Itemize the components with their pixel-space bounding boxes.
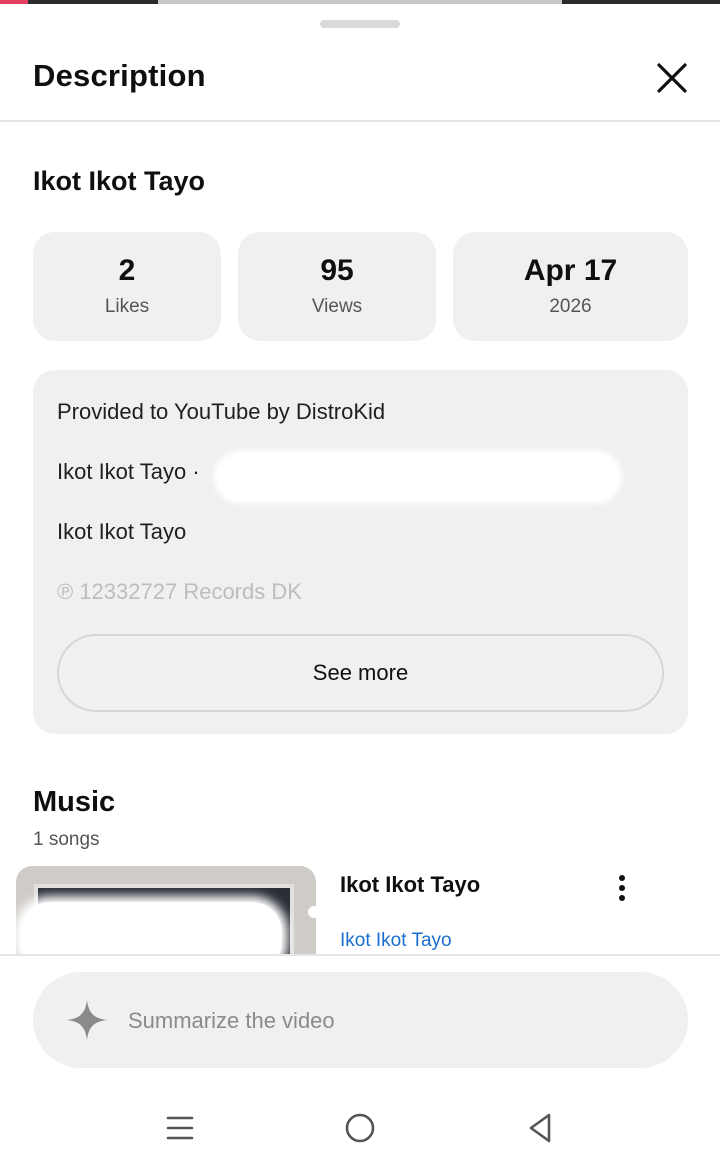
back-button[interactable] bbox=[518, 1106, 562, 1150]
more-vert-icon bbox=[619, 875, 625, 881]
description-line-faded: ℗ 12332727 Records DK bbox=[57, 579, 302, 604]
home-icon bbox=[345, 1113, 375, 1143]
redaction-mark bbox=[20, 902, 282, 954]
more-options-button[interactable] bbox=[604, 866, 640, 910]
close-icon bbox=[657, 63, 687, 93]
bottom-divider bbox=[0, 954, 720, 956]
song-thumbnail[interactable] bbox=[16, 866, 316, 954]
home-button[interactable] bbox=[338, 1106, 382, 1150]
recent-apps-button[interactable] bbox=[158, 1106, 202, 1150]
drag-handle[interactable] bbox=[320, 20, 400, 28]
description-card[interactable]: Provided to YouTube by DistroKid Ikot Ik… bbox=[33, 370, 688, 734]
redaction-mark bbox=[218, 454, 618, 500]
recent-apps-icon bbox=[166, 1116, 194, 1140]
date-day: Apr 17 bbox=[523, 254, 618, 287]
video-title: Ikot Ikot Tayo bbox=[33, 166, 206, 196]
likes-count: 2 bbox=[118, 254, 136, 287]
summarize-label: Summarize the video bbox=[128, 1008, 335, 1033]
views-count: 95 bbox=[320, 254, 354, 287]
music-song-count: 1 songs bbox=[33, 829, 100, 850]
more-vert-icon bbox=[619, 895, 625, 901]
more-vert-icon bbox=[619, 885, 625, 891]
sheet-title: Description bbox=[33, 58, 206, 93]
music-section-title: Music bbox=[33, 786, 116, 818]
date-stat: Apr 17 2026 bbox=[453, 232, 688, 341]
description-line: Ikot Ikot Tayo · bbox=[57, 459, 200, 484]
header-divider bbox=[0, 120, 720, 122]
date-year: 2026 bbox=[549, 296, 592, 317]
song-artist-link[interactable]: Ikot Ikot Tayo bbox=[340, 930, 452, 952]
system-nav-bar bbox=[0, 1090, 720, 1167]
description-line: Provided to YouTube by DistroKid bbox=[57, 399, 386, 424]
description-line: Ikot Ikot Tayo bbox=[57, 519, 187, 544]
likes-stat: 2 Likes bbox=[33, 232, 221, 341]
see-more-button[interactable]: See more bbox=[57, 634, 664, 712]
views-stat: 95 Views bbox=[238, 232, 436, 341]
likes-label: Likes bbox=[104, 296, 150, 317]
summarize-video-button[interactable]: Summarize the video bbox=[33, 972, 688, 1068]
back-icon bbox=[529, 1113, 551, 1143]
sparkle-icon bbox=[67, 1000, 107, 1040]
views-label: Views bbox=[311, 296, 363, 317]
song-title[interactable]: Ikot Ikot Tayo bbox=[340, 872, 480, 898]
close-button[interactable] bbox=[648, 54, 696, 102]
thumbnail-dot bbox=[308, 906, 316, 918]
